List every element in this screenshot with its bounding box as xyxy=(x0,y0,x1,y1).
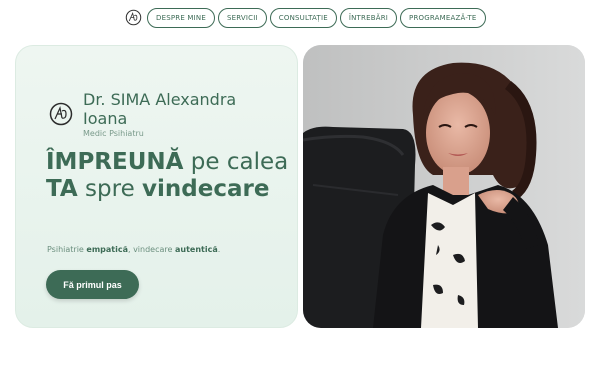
nav-link-intrebari[interactable]: ÎNTREBĂRI xyxy=(339,8,398,28)
doctor-portrait-photo xyxy=(303,45,585,328)
nav-links: DESPRE MINE SERVICII CONSULTAȚIE ÎNTREBĂ… xyxy=(147,8,486,28)
hero-tagline: Psihiatrie empatică, vindecare autentică… xyxy=(47,245,220,254)
tagline-emphasis: autentică xyxy=(174,245,218,254)
hero-card: Dr. SIMA Alexandra Ioana Medic Psihiatru… xyxy=(15,45,298,328)
headline-text: spre xyxy=(77,176,143,202)
nav-link-programeaza-te[interactable]: PROGRAMEAZĂ-TE xyxy=(400,8,486,28)
signature-monogram-icon xyxy=(49,102,73,126)
tagline-emphasis: empatică xyxy=(86,245,128,254)
headline-text: pe calea xyxy=(183,149,289,175)
nav-link-servicii[interactable]: SERVICII xyxy=(217,8,267,28)
nav-link-despre-mine[interactable]: DESPRE MINE xyxy=(147,8,215,28)
headline-emphasis-ta: TA xyxy=(46,176,78,202)
tagline-text: , vindecare xyxy=(127,245,175,254)
cta-first-step-button[interactable]: Fă primul pas xyxy=(46,270,139,299)
doctor-title: Medic Psihiatru xyxy=(83,129,144,138)
headline-emphasis-impreuna: ÎMPREUNĂ xyxy=(46,149,184,175)
nav-link-consultatie[interactable]: CONSULTAȚIE xyxy=(269,8,337,28)
tagline-text: . xyxy=(217,245,221,254)
hero-headline: ÎMPREUNĂ pe calea TA spre vindecare xyxy=(46,149,296,203)
tagline-text: Psihiatrie xyxy=(47,245,87,254)
top-navigation: DESPRE MINE SERVICII CONSULTAȚIE ÎNTREBĂ… xyxy=(0,8,600,28)
portrait-illustration xyxy=(303,45,585,328)
signature-monogram-icon[interactable] xyxy=(125,9,142,26)
doctor-name: Dr. SIMA Alexandra Ioana xyxy=(83,90,237,128)
headline-emphasis-vindecare: vindecare xyxy=(142,176,270,202)
